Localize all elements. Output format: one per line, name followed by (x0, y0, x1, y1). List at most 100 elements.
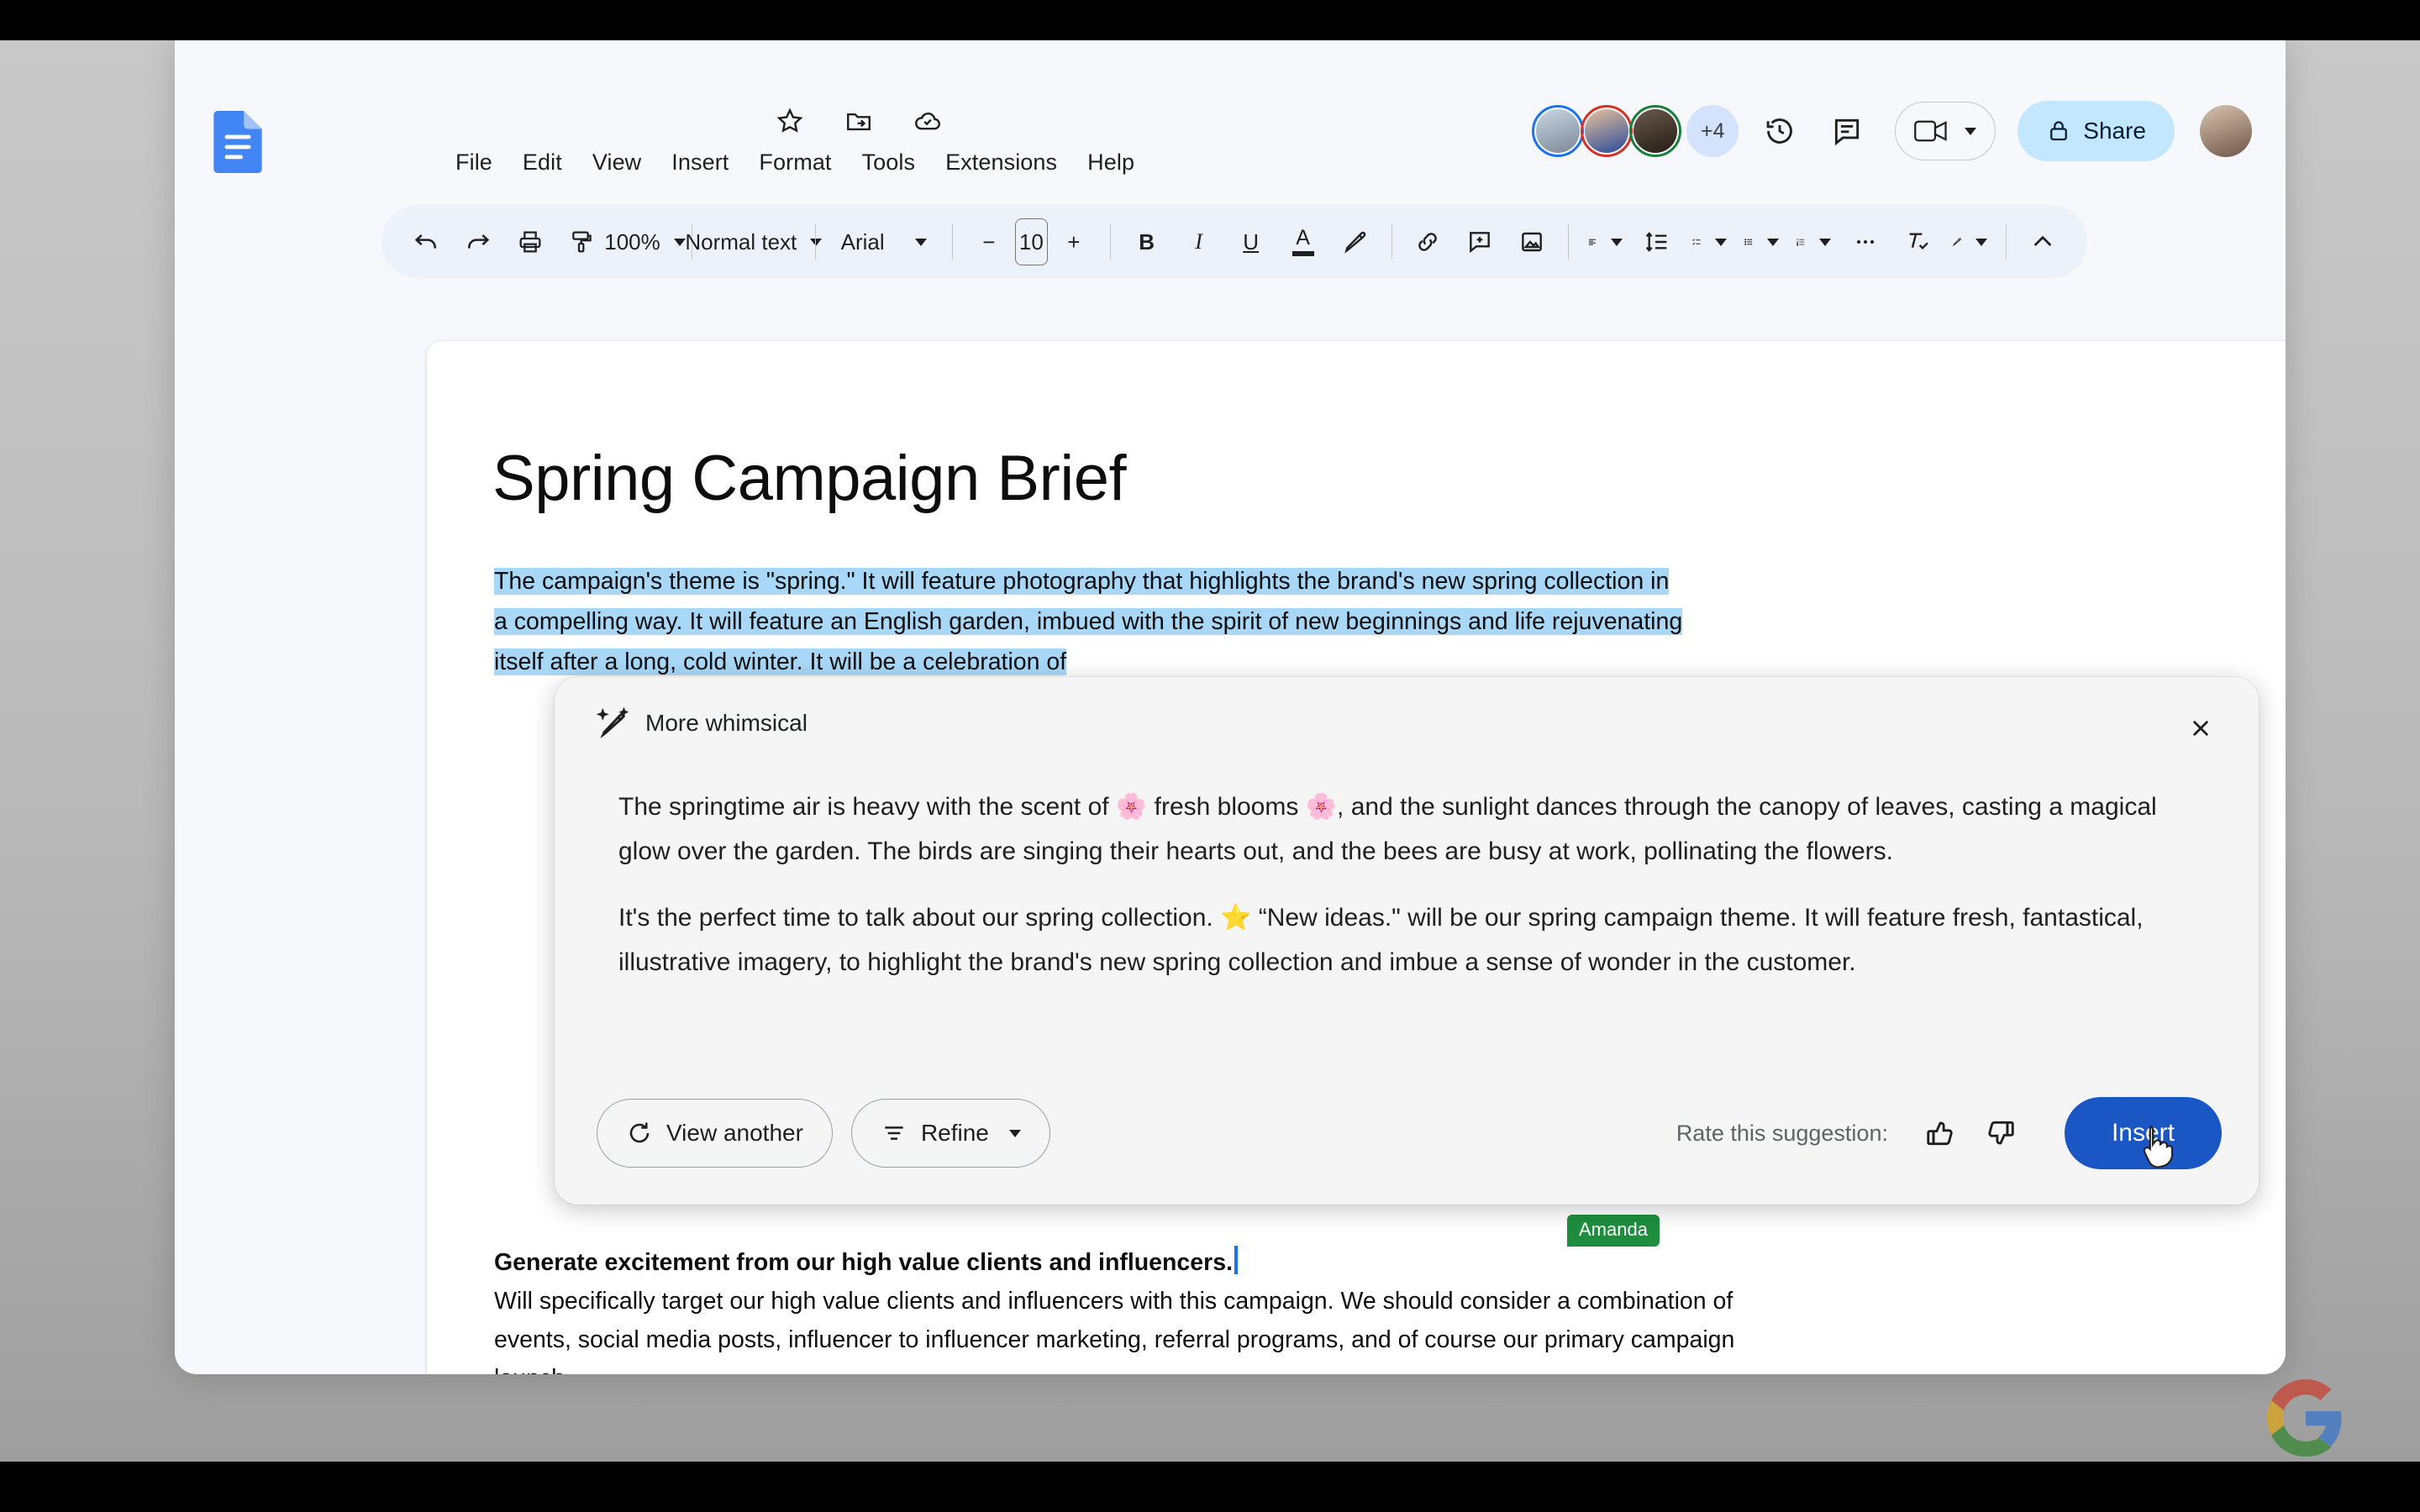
top-right-actions: +4 Share (1532, 101, 2252, 161)
letterbox-top (0, 0, 2420, 40)
editing-mode-pencil-icon[interactable] (1944, 216, 1996, 268)
text-cursor (1234, 1246, 1238, 1274)
style-value: Normal text (685, 228, 797, 255)
highlighter-icon[interactable] (1329, 216, 1381, 268)
chevron-down-icon[interactable] (915, 238, 928, 246)
divider (1568, 224, 1570, 260)
chevron-down-icon[interactable] (1767, 238, 1780, 246)
google-docs-icon[interactable] (213, 111, 262, 173)
share-label: Share (2083, 118, 2146, 144)
collapse-toolbar-icon[interactable] (2017, 216, 2069, 268)
view-another-button[interactable]: View another (597, 1099, 833, 1168)
letterbox-bottom (0, 1462, 2420, 1512)
thumb-up-icon[interactable] (1917, 1110, 1964, 1157)
underline-button[interactable]: U (1225, 216, 1277, 268)
text-color-button[interactable]: A (1277, 216, 1329, 268)
insert-link-icon[interactable] (1402, 216, 1454, 268)
chevron-down-icon[interactable] (1819, 238, 1832, 246)
title-quick-actions (773, 104, 944, 138)
chevron-down-icon[interactable] (1611, 238, 1623, 246)
checklist-icon[interactable] (1683, 216, 1735, 268)
ai-suggestion-card: More whimsical The springtime air is hea… (555, 677, 2259, 1205)
document-bottom-block[interactable]: Generate excitement from our high value … (494, 1243, 1738, 1374)
refine-button[interactable]: Refine (850, 1099, 1050, 1168)
refine-label: Refine (920, 1120, 989, 1146)
divider (1109, 224, 1111, 260)
star-icon[interactable] (773, 104, 807, 138)
menu-help[interactable]: Help (1072, 144, 1150, 181)
document-highlighted-paragraph[interactable]: The campaign's theme is "spring." It wil… (494, 561, 1687, 682)
more-options-icon[interactable] (1839, 216, 1891, 268)
menu-edit[interactable]: Edit (508, 144, 577, 181)
font-family-select[interactable]: Arial (826, 216, 942, 268)
chevron-down-icon[interactable] (1008, 1129, 1021, 1137)
redo-icon[interactable] (452, 216, 504, 268)
view-another-label: View another (666, 1120, 803, 1146)
bulleted-list-icon[interactable] (1735, 216, 1787, 268)
chevron-down-icon[interactable] (810, 238, 823, 246)
chevron-down-icon[interactable] (673, 238, 686, 246)
font-size-decrease-button[interactable]: − (963, 216, 1015, 268)
menu-tools[interactable]: Tools (847, 144, 931, 181)
page-title[interactable]: Spring Campaign Brief (492, 442, 1127, 515)
meet-button[interactable] (1895, 102, 1996, 160)
collaborator-cursor-tag: Amanda (1567, 1215, 1660, 1247)
bottom-heading: Generate excitement from our high value … (494, 1249, 1233, 1276)
italic-button[interactable]: I (1173, 216, 1225, 268)
collaborators-overflow-chip[interactable]: +4 (1686, 105, 1739, 157)
ai-card-header: More whimsical (597, 707, 808, 739)
thumb-down-icon[interactable] (1977, 1110, 2024, 1157)
text-color-letter: A (1296, 226, 1310, 249)
menu-file[interactable]: File (440, 144, 508, 181)
paint-format-icon[interactable] (556, 216, 608, 268)
share-button[interactable]: Share (2018, 101, 2175, 161)
font-value: Arial (840, 228, 885, 255)
ai-paragraph-2: It's the perfect time to talk about our … (618, 904, 2144, 976)
account-avatar[interactable] (2200, 105, 2252, 157)
chevron-down-icon[interactable] (1715, 238, 1728, 246)
divider (2006, 224, 2007, 260)
numbered-list-icon[interactable] (1787, 216, 1839, 268)
menu-format[interactable]: Format (744, 144, 846, 181)
collaborator-avatar-3[interactable] (1629, 105, 1682, 157)
font-size-increase-button[interactable]: + (1048, 216, 1100, 268)
line-spacing-icon[interactable] (1631, 216, 1683, 268)
zoom-level[interactable]: 100% (604, 216, 686, 268)
docs-app-window: File Edit View Insert Format Tools Exten… (175, 40, 2286, 1374)
ai-card-title: More whimsical (645, 710, 808, 736)
move-to-folder-icon[interactable] (842, 104, 876, 138)
clear-formatting-icon[interactable] (1891, 216, 1944, 268)
chevron-down-icon[interactable] (1975, 238, 1988, 246)
ai-card-actions: View another Refine Rate this suggestion… (597, 1097, 2222, 1169)
bold-button[interactable]: B (1121, 216, 1173, 268)
ai-rating-group: Rate this suggestion: Insert (1676, 1097, 2222, 1169)
menu-extensions[interactable]: Extensions (930, 144, 1072, 181)
undo-icon[interactable] (400, 216, 452, 268)
formatting-toolbar: 100% Normal text Arial − 10 + B I U A (381, 205, 2087, 279)
lock-icon (2050, 121, 2068, 141)
ai-paragraph-1: The springtime air is heavy with the sce… (618, 793, 2157, 865)
chevron-down-icon[interactable] (1965, 127, 1977, 135)
ai-suggestion-text: The springtime air is heavy with the sce… (618, 785, 2207, 1006)
collaborator-avatar-2[interactable] (1581, 105, 1634, 157)
version-history-icon[interactable] (1754, 105, 1806, 157)
font-size-input[interactable]: 10 (1014, 218, 1048, 265)
menu-items: File Edit View Insert Format Tools Exten… (440, 144, 1150, 181)
menu-view[interactable]: View (577, 144, 656, 181)
magic-wand-icon (597, 707, 629, 739)
add-comment-icon[interactable] (1454, 216, 1506, 268)
paragraph-style-select[interactable]: Normal text (685, 216, 823, 268)
close-icon[interactable] (2176, 704, 2225, 753)
align-left-icon[interactable] (1579, 216, 1631, 268)
tune-icon (885, 1126, 903, 1140)
comment-history-icon[interactable] (1821, 105, 1873, 157)
divider (814, 224, 816, 260)
insert-button[interactable]: Insert (2064, 1097, 2222, 1169)
cloud-saved-icon[interactable] (911, 104, 944, 138)
insert-image-icon[interactable] (1506, 216, 1558, 268)
rate-suggestion-label: Rate this suggestion: (1676, 1120, 1888, 1146)
print-icon[interactable] (504, 216, 556, 268)
google-g-logo (2267, 1379, 2342, 1457)
menu-insert[interactable]: Insert (656, 144, 744, 181)
collaborator-avatar-1[interactable] (1532, 105, 1585, 157)
